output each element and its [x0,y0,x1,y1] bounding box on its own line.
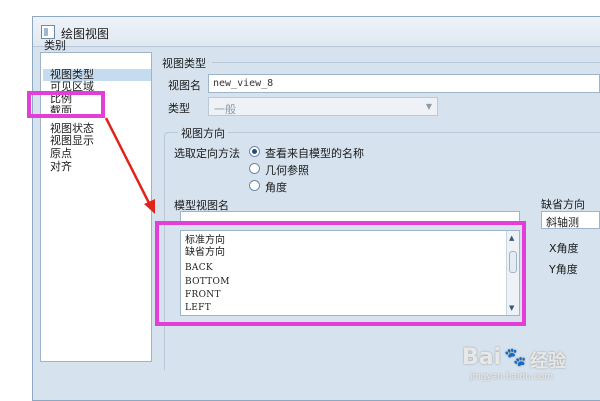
baidu-watermark: Bai 🐾 经验 jingyan.baidu.com [462,345,592,385]
watermark-url: jingyan.baidu.com [470,372,554,382]
watermark-brand: Bai [462,345,502,370]
annotation-arrow [104,117,155,214]
watermark-brand-2: 经验 [530,351,566,372]
arrow-shaft [104,117,152,206]
paw-icon: 🐾 [504,347,527,368]
